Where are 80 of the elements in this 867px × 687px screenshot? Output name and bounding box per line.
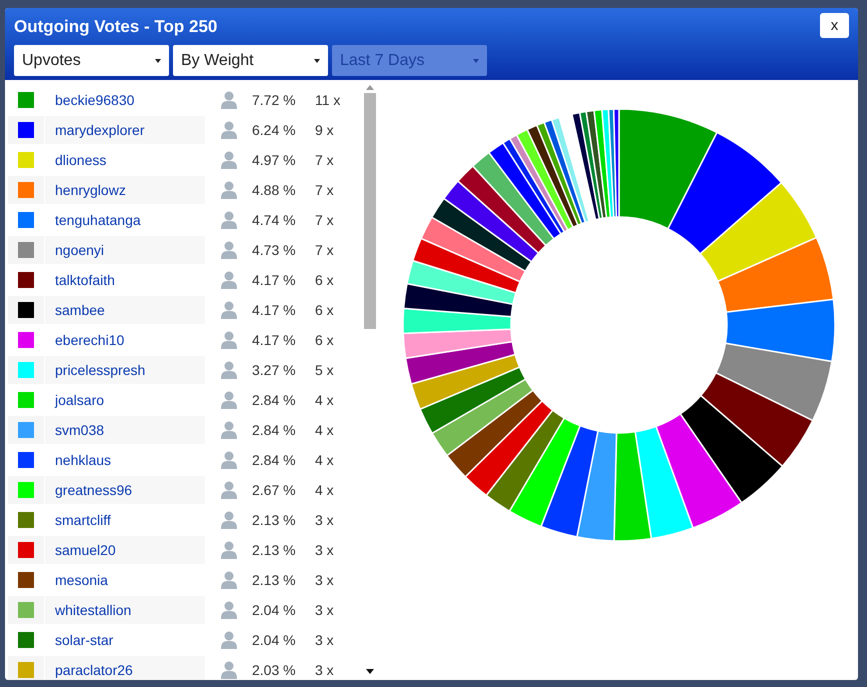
filter-dropdown[interactable]: Upvotes (14, 45, 169, 76)
user-icon[interactable] (220, 181, 236, 199)
caret-icon (473, 58, 479, 62)
voter-link[interactable]: joalsaro (55, 390, 104, 410)
voter-link[interactable]: smartcliff (55, 510, 111, 530)
user-icon[interactable] (220, 571, 236, 589)
vote-count: 3 x (315, 600, 334, 620)
vote-count: 3 x (315, 660, 334, 680)
vote-count: 3 x (315, 510, 334, 530)
vote-count: 4 x (315, 390, 334, 410)
vote-share: 3.27 % (252, 360, 297, 380)
vote-count: 9 x (315, 120, 334, 140)
user-icon[interactable] (220, 301, 236, 319)
vote-count: 4 x (315, 450, 334, 470)
scrollbar-thumb[interactable] (364, 93, 376, 329)
user-icon[interactable] (220, 271, 236, 289)
user-icon[interactable] (220, 241, 236, 259)
vote-count: 3 x (315, 540, 334, 560)
vote-share: 4.17 % (252, 330, 297, 350)
vote-share: 4.73 % (252, 240, 297, 260)
scroll-up-icon[interactable] (366, 85, 374, 90)
voter-link[interactable]: mesonia (55, 570, 108, 590)
caret-icon (155, 58, 161, 62)
close-button[interactable]: x (820, 13, 849, 38)
filter-dropdown[interactable]: By Weight (173, 45, 328, 76)
vote-count: 11 x (315, 90, 340, 110)
vote-count: 7 x (315, 150, 334, 170)
voter-link[interactable]: beckie96830 (55, 90, 134, 110)
vote-share: 4.17 % (252, 270, 297, 290)
user-icon[interactable] (220, 121, 236, 139)
voter-link[interactable]: dlioness (55, 150, 106, 170)
vote-count: 6 x (315, 330, 334, 350)
user-icon[interactable] (220, 421, 236, 439)
vote-share: 2.03 % (252, 660, 297, 680)
vote-count: 5 x (315, 360, 334, 380)
user-icon[interactable] (220, 601, 236, 619)
user-icon[interactable] (220, 331, 236, 349)
voter-link[interactable]: tenguhatanga (55, 210, 141, 230)
voter-link[interactable]: eberechi10 (55, 330, 124, 350)
user-icon[interactable] (220, 661, 236, 679)
vote-share: 2.13 % (252, 540, 297, 560)
vote-count: 7 x (315, 180, 334, 200)
vote-share: 4.74 % (252, 210, 297, 230)
vote-share: 2.04 % (252, 630, 297, 650)
vote-share: 2.13 % (252, 570, 297, 590)
user-icon[interactable] (220, 451, 236, 469)
vote-share: 2.67 % (252, 480, 297, 500)
user-icon[interactable] (220, 631, 236, 649)
vote-share: 2.13 % (252, 510, 297, 530)
user-icon[interactable] (220, 91, 236, 109)
vote-count: 7 x (315, 240, 334, 260)
vote-share: 7.72 % (252, 90, 297, 110)
vote-count: 4 x (315, 420, 334, 440)
vote-count: 3 x (315, 630, 334, 650)
vote-count: 4 x (315, 480, 334, 500)
vote-count: 6 x (315, 270, 334, 290)
user-icon[interactable] (220, 541, 236, 559)
vote-share: 2.84 % (252, 450, 297, 470)
voter-link[interactable]: solar-star (55, 630, 114, 650)
caret-icon (314, 58, 320, 62)
vote-share: 2.84 % (252, 420, 297, 440)
vote-share: 2.04 % (252, 600, 297, 620)
user-icon[interactable] (220, 391, 236, 409)
vote-share: 4.97 % (252, 150, 297, 170)
vote-count: 3 x (315, 570, 334, 590)
vote-share: 4.17 % (252, 300, 297, 320)
vote-count: 6 x (315, 300, 334, 320)
vote-count: 7 x (315, 210, 334, 230)
user-icon[interactable] (220, 481, 236, 499)
user-icon[interactable] (220, 211, 236, 229)
vote-share: 4.88 % (252, 180, 297, 200)
scroll-down-icon[interactable] (366, 669, 374, 674)
dialog-title: Outgoing Votes - Top 250 (14, 16, 218, 38)
voter-link[interactable]: nehklaus (55, 450, 112, 470)
user-icon[interactable] (220, 361, 236, 379)
user-icon[interactable] (220, 151, 236, 169)
vote-share: 2.84 % (252, 390, 297, 410)
voter-link[interactable]: talktofaith (55, 270, 115, 290)
user-icon[interactable] (220, 511, 236, 529)
vote-share: 6.24 % (252, 120, 297, 140)
